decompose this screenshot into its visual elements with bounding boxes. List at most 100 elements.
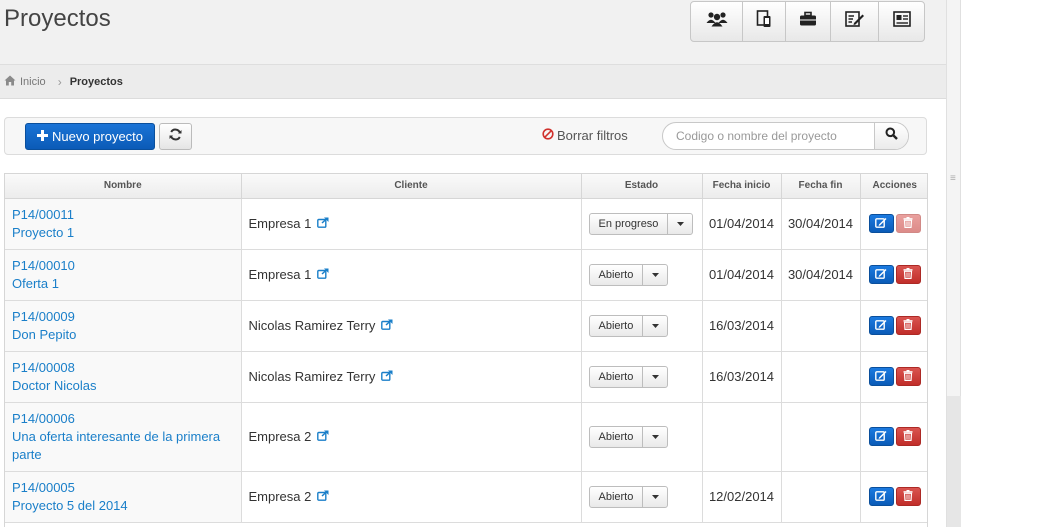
client-name: Nicolas Ramirez Terry (248, 318, 376, 333)
caret-down-icon[interactable] (643, 316, 667, 336)
edit-button[interactable] (868, 214, 894, 233)
cell-nombre: P14/00011 Proyecto 1 (5, 197, 242, 250)
cell-estado: Abierto (580, 470, 703, 523)
trash-icon (903, 318, 913, 333)
cell-estado: Abierto (580, 350, 703, 403)
cell-estado: Abierto (580, 248, 703, 301)
project-code-link[interactable]: P14/00011 (12, 206, 233, 224)
blank-area (961, 0, 1042, 527)
project-name-link[interactable]: Proyecto 1 (12, 224, 233, 242)
edit-icon (875, 429, 887, 444)
delete-button[interactable] (895, 487, 921, 506)
status-label: En progreso (590, 213, 669, 234)
column-header-fecha-fin[interactable]: Fecha fin (780, 174, 861, 199)
delete-button[interactable] (895, 427, 921, 446)
client-link[interactable]: Empresa 1 (249, 267, 330, 282)
table-header-row: Nombre Cliente Estado Fecha inicio Fecha… (5, 174, 927, 199)
edit-icon (875, 267, 887, 282)
client-link[interactable]: Empresa 1 (249, 216, 330, 231)
status-dropdown[interactable]: Abierto (588, 263, 669, 286)
project-name-link[interactable]: Una oferta interesante de la primera par… (12, 428, 233, 464)
clear-filters-link[interactable]: Borrar filtros (542, 128, 628, 143)
action-bar: Nuevo proyecto Borrar filtros Codigo o n… (4, 117, 927, 155)
project-code-link[interactable]: P14/00008 (12, 359, 233, 377)
client-name: Empresa 2 (248, 429, 312, 444)
caret-down-icon[interactable] (643, 367, 667, 387)
mobile-document-button[interactable] (743, 2, 786, 41)
project-code-link[interactable]: P14/00005 (12, 479, 233, 497)
project-name-link[interactable]: Proyecto 5 del 2014 (12, 497, 233, 515)
client-link[interactable]: Empresa 2 (249, 489, 330, 504)
column-header-acciones: Acciones (859, 174, 927, 199)
status-dropdown[interactable]: Abierto (588, 485, 669, 508)
edit-button[interactable] (868, 427, 894, 446)
caret-down-icon[interactable] (668, 214, 692, 234)
id-card-button[interactable] (879, 2, 924, 41)
edit-button[interactable] (868, 367, 894, 386)
external-link-icon[interactable] (381, 369, 393, 384)
page-title: Proyectos (4, 5, 111, 32)
project-name-link[interactable]: Don Pepito (12, 326, 233, 344)
external-link-icon[interactable] (317, 267, 329, 282)
scrollbar-thumb[interactable] (949, 0, 959, 396)
column-header-nombre[interactable]: Nombre (5, 174, 242, 199)
edit-document-button[interactable] (831, 2, 879, 41)
edit-button[interactable] (868, 487, 894, 506)
new-project-button[interactable]: Nuevo proyecto (25, 123, 155, 150)
cell-fecha-fin: 30/04/2014 (780, 197, 861, 250)
cell-cliente: Empresa 2 (240, 401, 582, 472)
external-link-icon[interactable] (317, 489, 329, 504)
client-name: Empresa 2 (248, 489, 312, 504)
client-link[interactable]: Nicolas Ramirez Terry (249, 369, 394, 384)
status-dropdown[interactable]: Abierto (588, 365, 669, 388)
delete-button[interactable] (895, 367, 921, 386)
refresh-button[interactable] (159, 123, 192, 150)
status-dropdown[interactable]: Abierto (588, 425, 669, 448)
trash-icon (903, 267, 913, 282)
search-button[interactable] (874, 123, 908, 149)
scrollbar-track[interactable] (947, 396, 961, 527)
edit-button[interactable] (868, 265, 894, 284)
cell-fecha-inicio: 01/04/2014 (701, 248, 782, 301)
client-link[interactable]: Nicolas Ramirez Terry (249, 318, 394, 333)
project-name-link[interactable]: Oferta 1 (12, 275, 233, 293)
column-header-fecha-inicio[interactable]: Fecha inicio (701, 174, 782, 199)
cell-nombre: P14/00009 Don Pepito (5, 299, 242, 352)
caret-down-icon[interactable] (643, 487, 667, 507)
cell-cliente: Empresa 1 (240, 248, 582, 301)
project-code-link[interactable]: P14/00006 (12, 410, 233, 428)
caret-down-icon[interactable] (643, 265, 667, 285)
briefcase-button[interactable] (786, 2, 831, 41)
status-label: Abierto (590, 426, 644, 447)
search-input[interactable] (663, 123, 875, 149)
delete-button[interactable] (895, 316, 921, 335)
delete-button[interactable] (895, 265, 921, 284)
vertical-scrollbar[interactable]: ≡ (946, 0, 961, 527)
delete-button[interactable] (895, 214, 921, 233)
breadcrumb-home[interactable]: Inicio (4, 75, 46, 89)
cell-acciones (859, 197, 927, 250)
projects-table-container: Nombre Cliente Estado Fecha inicio Fecha… (4, 173, 928, 527)
edit-icon (875, 369, 887, 384)
external-link-icon[interactable] (381, 318, 393, 333)
external-link-icon[interactable] (317, 216, 329, 231)
cell-fecha-inicio (701, 401, 782, 472)
chevron-right-icon: › (57, 74, 62, 89)
edit-icon (875, 489, 887, 504)
scrollbar-grip-icon: ≡ (950, 173, 956, 184)
external-link-icon[interactable] (317, 429, 329, 444)
column-header-estado[interactable]: Estado (580, 174, 703, 199)
edit-button[interactable] (868, 316, 894, 335)
caret-down-icon[interactable] (643, 427, 667, 447)
cell-fecha-inicio: 16/03/2014 (701, 350, 782, 403)
status-dropdown[interactable]: Abierto (588, 314, 669, 337)
project-name-link[interactable]: Doctor Nicolas (12, 377, 233, 395)
client-link[interactable]: Empresa 2 (249, 429, 330, 444)
project-code-link[interactable]: P14/00009 (12, 308, 233, 326)
plus-icon (36, 129, 48, 144)
status-label: Abierto (590, 366, 644, 387)
status-dropdown[interactable]: En progreso (588, 212, 694, 235)
users-button[interactable] (691, 2, 743, 41)
project-code-link[interactable]: P14/00010 (12, 257, 233, 275)
column-header-cliente[interactable]: Cliente (240, 174, 582, 199)
